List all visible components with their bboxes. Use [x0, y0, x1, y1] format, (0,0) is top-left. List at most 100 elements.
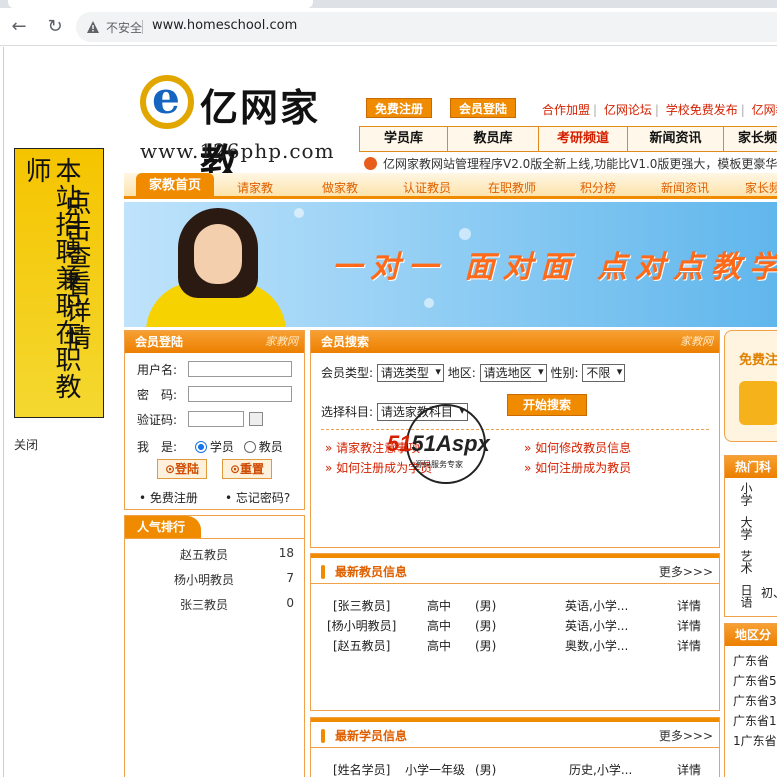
nav-home-tab[interactable]: 家教首页 [136, 173, 214, 199]
region-item[interactable]: 广东省3 [733, 692, 777, 709]
close-ad-link[interactable]: 关闭 [14, 436, 38, 453]
watermark-logo: 5151Aspx [387, 431, 490, 456]
security-label: 不安全 [106, 21, 143, 35]
ad-text-2: 点击查看详情 [61, 189, 91, 351]
nav-points[interactable]: 积分榜 [580, 179, 616, 196]
subject-college[interactable]: 大学 [739, 516, 753, 540]
watermark-subtext: 源码服务专家 [415, 460, 463, 469]
regions-title: 地区分 [725, 624, 777, 646]
ticker-text[interactable]: 亿网家教网站管理程序V2.0版全新上线,功能比V1.0版更强大，模板更豪华! [383, 157, 777, 171]
top-link-join[interactable]: 合作加盟 [542, 103, 590, 117]
subject-primary[interactable]: 小学 [739, 482, 753, 506]
lock-icon [739, 381, 777, 425]
tab-strip [0, 0, 777, 8]
speaker-icon [364, 157, 377, 170]
latest-teachers-panel: 最新教员信息 更多>>> [张三教员] 高中 (男) 英语,小学... 详情 [杨小明教员… [310, 553, 720, 711]
detail-link[interactable]: 详情 [677, 617, 701, 634]
warning-icon [87, 21, 99, 33]
reload-icon[interactable]: ↻ [44, 16, 66, 38]
nav-teachers[interactable]: 教员库 [448, 127, 539, 151]
subject-japanese[interactable]: 日语 [739, 584, 753, 608]
logo-url: www.126php.com [140, 139, 335, 163]
region-item[interactable]: 广东省 [733, 652, 769, 669]
top-nav: 学员库 教员库 考研频道 新闻资讯 家长频道 [359, 126, 777, 152]
site-content: 亿网家教 www.126php.com 免费注册 会员登陆 合作加盟| 亿网论坛… [124, 47, 777, 777]
reset-button[interactable]: ⊙重置 [222, 459, 272, 479]
password-label: 密 码: [137, 388, 178, 402]
link-register-teacher[interactable]: 如何注册成为教员 [524, 459, 631, 476]
gender-select[interactable]: 不限 [582, 364, 626, 382]
captcha-image[interactable] [249, 412, 263, 426]
active-tab[interactable] [8, 0, 313, 8]
region-item[interactable]: 广东省1 [733, 712, 777, 729]
detail-link[interactable]: 详情 [677, 597, 701, 614]
login-button[interactable]: ⊙登陆 [157, 459, 207, 479]
register-link[interactable]: • 免费注册 [139, 489, 198, 506]
login-title: 会员登陆 家教网 [125, 331, 304, 353]
password-input[interactable] [188, 386, 292, 402]
news-ticker: 亿网家教网站管理程序V2.0版全新上线,功能比V1.0版更强大，模板更豪华! [364, 155, 777, 172]
top-link-forum[interactable]: 亿网论坛 [604, 103, 652, 117]
member-search-panel: 会员搜索家教网 会员类型: 请选类型 地区: 请选地区 性别: 不限 选择科目:… [310, 330, 720, 548]
back-icon[interactable]: ← [8, 16, 30, 38]
recruit-ad[interactable]: 本站招聘兼职在职教师 点击查看详情 [14, 148, 104, 418]
teachers-more-link[interactable]: 更多>>> [659, 558, 713, 586]
member-type-select[interactable]: 请选类型 [376, 364, 444, 382]
divider [3, 47, 4, 777]
nav-certified[interactable]: 认证教员 [403, 179, 451, 196]
main-nav: 家教首页 请家教 做家教 认证教员 在职教师 积分榜 新闻资讯 家长频 [124, 173, 777, 199]
top-link-more[interactable]: 亿网教 [752, 103, 777, 117]
students-more-link[interactable]: 更多>>> [659, 722, 713, 750]
browser-toolbar: ← ↻ 不安全 www.homeschool.com [0, 8, 777, 46]
login-panel: 会员登陆 家教网 用户名: 密 码: 验证码: 我 是: 学员 教员 ⊙登陆 ⊙重… [124, 330, 305, 510]
search-row-1: 会员类型: 请选类型 地区: 请选地区 性别: 不限 [321, 364, 626, 382]
subject-art[interactable]: 艺术 [739, 550, 753, 574]
nav-parents[interactable]: 家长频道 [724, 127, 777, 151]
role-teacher-radio[interactable]: 教员 [243, 440, 283, 454]
captcha-input[interactable] [188, 411, 244, 427]
address-bar[interactable]: 不安全 www.homeschool.com [76, 12, 777, 42]
region-item[interactable]: 1广东省 [733, 732, 777, 749]
logo-brand: 亿网家教 [200, 85, 321, 185]
nav-be-tutor[interactable]: 做家教 [322, 179, 358, 196]
start-search-button[interactable]: 开始搜索 [507, 394, 587, 416]
free-register-box[interactable]: 免费注 [724, 330, 777, 442]
region-item[interactable]: 广东省5 [733, 672, 777, 689]
site-logo[interactable]: 亿网家教 www.126php.com [134, 71, 344, 185]
nav-kaoyan[interactable]: 考研频道 [539, 127, 628, 151]
member-login-button[interactable]: 会员登陆 [450, 98, 517, 118]
page-viewport: 本站招聘兼职在职教师 点击查看详情 关闭 亿网家教 www.126php.com… [0, 47, 777, 777]
search-title: 会员搜索 家教网 [311, 331, 719, 353]
nav-parents2[interactable]: 家长频 [745, 179, 777, 196]
nav-news[interactable]: 新闻资讯 [628, 127, 724, 151]
popularity-title: 人气排行 [125, 516, 304, 538]
teachers-title: 最新教员信息 更多>>> [311, 554, 719, 584]
banner-slogan: 一对一 面对面 点对点教学 [332, 250, 777, 285]
detail-link[interactable]: 详情 [677, 761, 701, 777]
subject-extra[interactable]: 初、 [761, 584, 777, 601]
url-text[interactable]: www.homeschool.com [152, 18, 297, 33]
nav-news2[interactable]: 新闻资讯 [661, 179, 709, 196]
role-row: 我 是: 学员 教员 [137, 440, 283, 454]
free-register-button[interactable]: 免费注册 [366, 98, 433, 118]
username-input[interactable] [188, 361, 292, 377]
detail-link[interactable]: 详情 [677, 637, 701, 654]
latest-students-panel: 最新学员信息 更多>>> [姓名学员] 小学一年级 (男) 历史,小学... 详情 [310, 717, 720, 777]
students-title: 最新学员信息 更多>>> [311, 718, 719, 748]
username-label: 用户名: [137, 363, 178, 377]
role-student-radio[interactable]: 学员 [194, 440, 234, 454]
popularity-panel: 人气排行 赵五教员 18 杨小明教员 7 张三教员 0 [124, 515, 305, 777]
nav-hire-tutor[interactable]: 请家教 [237, 179, 273, 196]
region-select[interactable]: 请选地区 [479, 364, 547, 382]
link-edit-teacher[interactable]: 如何修改教员信息 [524, 439, 631, 456]
forgot-password-link[interactable]: • 忘记密码? [225, 489, 290, 506]
nav-inservice[interactable]: 在职教师 [488, 179, 536, 196]
divider [142, 20, 143, 34]
nav-students[interactable]: 学员库 [360, 127, 448, 151]
hero-banner: 一对一 面对面 点对点教学 [124, 202, 777, 327]
top-link-school[interactable]: 学校免费发布 [666, 103, 738, 117]
hot-subjects-title: 热门科 [725, 456, 777, 478]
free-register-title: 免费注 [739, 353, 777, 368]
regions-panel: 地区分 广东省 广东省5 广东省3 广东省1 1广东省 [724, 623, 777, 777]
captcha-label: 验证码: [137, 413, 178, 427]
